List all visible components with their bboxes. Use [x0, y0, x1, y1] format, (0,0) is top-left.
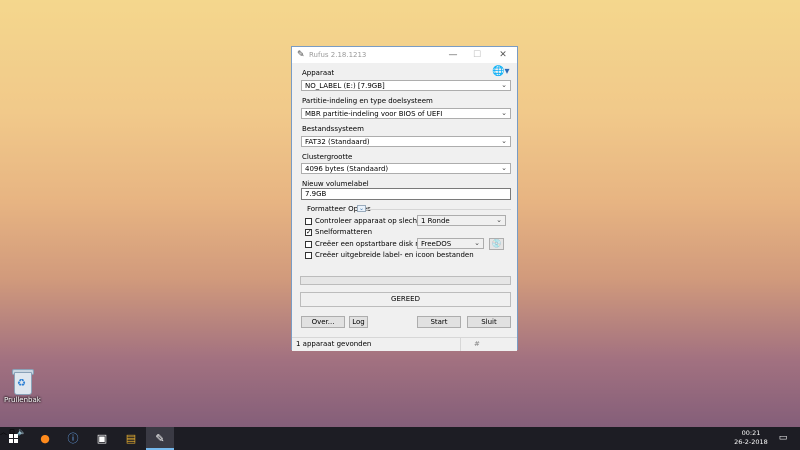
start-button[interactable]: [0, 427, 28, 450]
about-button[interactable]: Over...: [301, 316, 345, 328]
quick-format-label: Snelformatteren: [315, 228, 373, 236]
device-select-value: NO_LABEL (E:) [7.9GB]: [305, 82, 385, 90]
status-bar: 1 apparaat gevonden #: [292, 337, 517, 351]
notification-icon[interactable]: ▭: [772, 427, 794, 450]
volume-label-value: 7.9GB: [305, 190, 327, 198]
cluster-size-select-value: 4096 bytes (Standaard): [305, 165, 389, 173]
recycle-bin-label: Prullenbak: [4, 396, 41, 404]
maximize-button[interactable]: ☐: [468, 49, 486, 61]
close-button[interactable]: Sluit: [467, 316, 511, 328]
rufus-window: ✎ Rufus 2.18.1213 — ☐ ✕ 🌐▾ Apparaat NO_L…: [291, 46, 518, 351]
cluster-size-select[interactable]: 4096 bytes (Standaard) ⌄: [301, 163, 511, 174]
firefox-icon: ●: [40, 432, 50, 445]
filesystem-select-value: FAT32 (Standaard): [305, 138, 370, 146]
clock-date: 26-2-2018: [734, 438, 768, 446]
info-icon: ⓘ: [67, 432, 79, 445]
bootable-label: Creëer een opstartbare disk met: [315, 240, 430, 248]
extended-label-checkbox[interactable]: [305, 252, 312, 259]
volume-label-input[interactable]: 7.9GB: [301, 188, 511, 200]
disk-image-icon: 💿: [491, 239, 502, 248]
chevron-down-icon: ⌄: [501, 109, 507, 117]
device-label: Apparaat: [302, 69, 335, 77]
windows-logo-icon: [9, 434, 19, 444]
status-bar-text: 1 apparaat gevonden: [296, 340, 372, 348]
close-window-button[interactable]: ✕: [494, 49, 512, 61]
window-title: Rufus 2.18.1213: [309, 51, 367, 59]
chevron-down-icon: ⌄: [501, 137, 507, 145]
bootable-checkbox[interactable]: [305, 241, 312, 248]
camera-icon: ▣: [96, 432, 108, 445]
chevron-down-icon: ⌄: [501, 164, 507, 172]
partition-label: Partitie-indeling en type doelsysteem: [302, 97, 433, 105]
chevron-down-icon: ⌄: [501, 81, 507, 89]
log-button[interactable]: Log: [349, 316, 368, 328]
title-bar[interactable]: ✎ Rufus 2.18.1213 — ☐ ✕: [292, 47, 517, 63]
progress-bar: [300, 276, 511, 285]
partition-select-value: MBR partitie-indeling voor BIOS of UEFI: [305, 110, 443, 118]
cluster-size-label: Clustergrootte: [302, 153, 353, 161]
quick-format-checkbox[interactable]: ✓: [305, 229, 312, 236]
recycle-bin-icon: ♻: [11, 368, 34, 395]
language-globe-icon[interactable]: 🌐▾: [492, 66, 509, 77]
usb-drive-icon: ✎: [297, 50, 305, 60]
select-image-button[interactable]: 💿: [489, 238, 504, 250]
check-device-label: Controleer apparaat op slechte: [315, 217, 425, 225]
taskbar: ● ⓘ ▣ ▤ ✎ ︿ ⊡ 🔈 00:21 26-2-2018 ▭: [0, 427, 800, 450]
volume-label-label: Nieuw volumelabel: [302, 180, 369, 188]
recycle-bin-desktop-icon[interactable]: ♻ Prullenbak: [4, 368, 41, 404]
taskbar-rufus[interactable]: ✎: [146, 427, 174, 450]
clock-time: 00:21: [741, 429, 761, 437]
boot-type-select[interactable]: FreeDOS ⌄: [417, 238, 484, 249]
boot-type-select-value: FreeDOS: [421, 240, 452, 248]
divider: [460, 338, 461, 351]
minimize-button[interactable]: —: [444, 49, 462, 61]
taskbar-info-app[interactable]: ⓘ: [59, 427, 87, 450]
filesystem-label: Bestandssysteem: [302, 125, 364, 133]
passes-select-value: 1 Ronde: [421, 217, 450, 225]
start-button[interactable]: Start: [417, 316, 461, 328]
clock[interactable]: 00:21 26-2-2018: [733, 429, 769, 447]
check-device-checkbox[interactable]: [305, 218, 312, 225]
status-text: GEREED: [300, 292, 511, 307]
filesystem-select[interactable]: FAT32 (Standaard) ⌄: [301, 136, 511, 147]
extended-label-label: Creëer uitgebreide label- en icoon besta…: [315, 251, 474, 259]
chevron-down-icon: ⌄: [496, 216, 502, 224]
device-select[interactable]: NO_LABEL (E:) [7.9GB] ⌄: [301, 80, 511, 91]
archive-icon: ▤: [125, 432, 137, 445]
usb-drive-icon: ✎: [155, 432, 165, 445]
taskbar-screenshot-app[interactable]: ▣: [88, 427, 116, 450]
divider: [366, 209, 511, 210]
toggle-advanced-icon[interactable]: ⌄: [357, 205, 366, 212]
partition-select[interactable]: MBR partitie-indeling voor BIOS of UEFI …: [301, 108, 511, 119]
passes-select[interactable]: 1 Ronde ⌄: [417, 215, 506, 226]
hash-button[interactable]: #: [474, 340, 480, 348]
chevron-down-icon: ⌄: [474, 239, 480, 247]
taskbar-archive-app[interactable]: ▤: [117, 427, 145, 450]
taskbar-firefox[interactable]: ●: [31, 427, 59, 450]
